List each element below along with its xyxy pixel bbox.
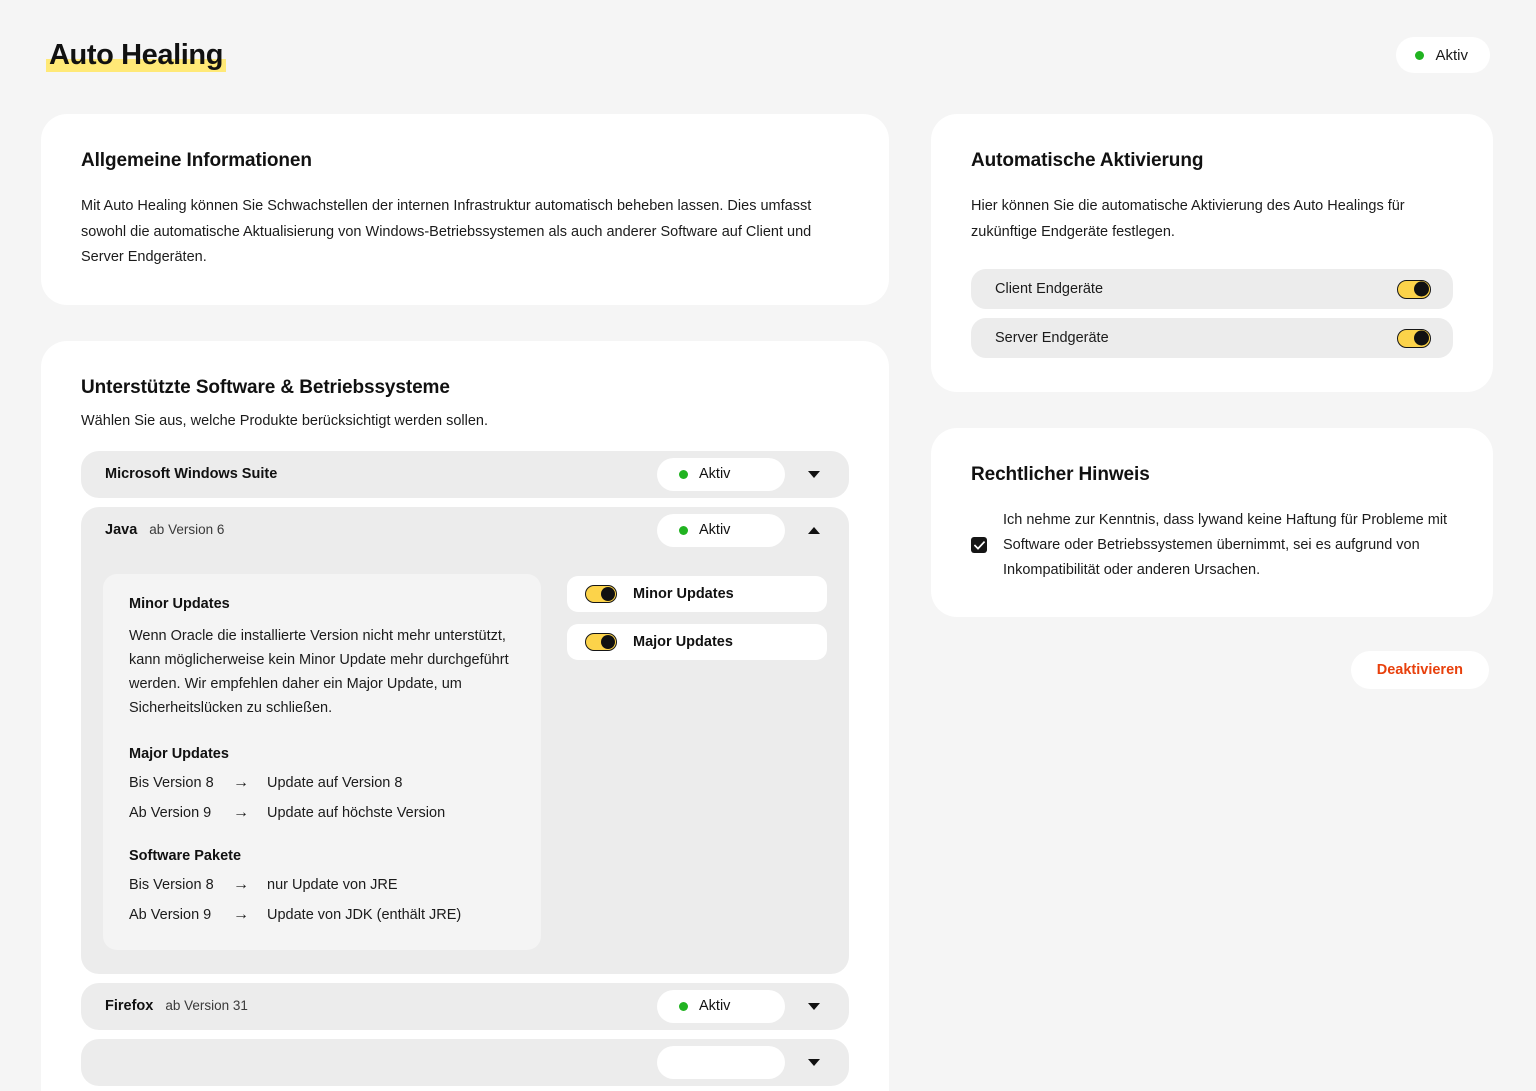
auto-activation-body: Hier können Sie die automatische Aktivie… [971,198,1405,240]
accordion-status-next [657,1045,785,1079]
setting-row-server-devices[interactable]: Server Endgeräte [971,318,1453,359]
page-title: Auto Healing [46,39,227,72]
page-title-text: Auto Healing [49,39,224,71]
accordion-name-java: Java [105,522,138,539]
toggle-switch-major-updates[interactable] [585,632,617,651]
supported-software-card: Unterstützte Software & Betriebssysteme … [41,340,889,1091]
mapping-from: Ab Version 9 [129,804,212,821]
minor-updates-text: Wenn Oracle die installierte Version nic… [129,627,509,716]
arrow-right-icon: → [233,905,249,923]
accordion-item-windows: Microsoft Windows Suite Aktiv [81,450,849,498]
accordion-label-java: Java ab Version 6 [105,522,657,538]
right-column: Automatische Aktivierung Hier können Sie… [931,114,1493,689]
general-info-body: Mit Auto Healing können Sie Schwachstell… [81,198,812,266]
accordion-header-java[interactable]: Java ab Version 6 Aktiv [81,507,849,554]
accordion-label-firefox: Firefox ab Version 31 [105,998,657,1014]
arrow-right-icon: → [233,875,249,893]
java-detail-text: Minor Updates Wenn Oracle die installier… [103,573,541,950]
toggle-row-minor-updates[interactable]: Minor Updates [567,575,827,612]
mapping-to: Update auf Version 8 [267,774,403,791]
supported-software-title: Unterstützte Software & Betriebssysteme [81,376,450,398]
legal-notice-card: Rechtlicher Hinweis Ich nehme zur Kenntn… [931,428,1493,617]
arrow-right-icon: → [233,803,249,821]
mapping-row: Ab Version 9 → Update von JDK (enthält J… [129,906,515,924]
general-info-card: Allgemeine Informationen Mit Auto Healin… [41,114,889,305]
accordion-status-firefox: Aktiv [657,989,785,1023]
accordion-header-firefox[interactable]: Firefox ab Version 31 Aktiv [81,983,849,1030]
legal-consent-text: Ich nehme zur Kenntnis, dass lywand kein… [1003,512,1448,578]
accordion-label-windows: Microsoft Windows Suite [105,466,657,482]
legal-notice-title: Rechtlicher Hinweis [971,464,1150,486]
accordion-version-java: ab Version 6 [149,522,225,538]
accordion-status-label-windows: Aktiv [699,466,731,483]
java-detail-panel: Minor Updates Wenn Oracle die installier… [81,554,849,974]
toggle-label-major-updates: Major Updates [633,633,733,650]
status-dot-icon [679,1001,688,1011]
toggle-row-major-updates[interactable]: Major Updates [567,623,827,660]
accordion-item-java: Java ab Version 6 Aktiv Minor Updates We… [81,506,849,974]
software-accordion: Microsoft Windows Suite Aktiv Java ab Ve… [81,450,849,1086]
toggle-switch-client-devices[interactable] [1397,279,1431,299]
java-toggle-list: Minor Updates Major Updates [567,574,827,950]
setting-label-server-devices: Server Endgeräte [995,330,1109,347]
auto-activation-title: Automatische Aktivierung [971,150,1204,171]
deactivate-button[interactable]: Deaktivieren [1350,650,1489,689]
page-header: Auto Healing Aktiv [0,0,1536,110]
accordion-item-firefox: Firefox ab Version 31 Aktiv [81,982,849,1030]
mapping-to: nur Update von JRE [267,876,398,893]
software-packages-mapping: Bis Version 8 → nur Update von JRE Ab Ve… [129,876,515,924]
left-column: Allgemeine Informationen Mit Auto Healin… [41,114,889,1091]
content-columns: Allgemeine Informationen Mit Auto Healin… [41,114,1493,1091]
accordion-version-firefox: ab Version 31 [165,998,248,1014]
accordion-status-label-firefox: Aktiv [699,998,731,1015]
accordion-header-windows[interactable]: Microsoft Windows Suite Aktiv [81,451,849,498]
chevron-down-icon[interactable] [797,1045,831,1079]
legal-consent-row: Ich nehme zur Kenntnis, dass lywand kein… [971,508,1453,583]
mapping-from: Bis Version 8 [129,876,214,893]
accordion-status-java: Aktiv [657,513,785,547]
accordion-status-windows: Aktiv [657,457,785,491]
card-actions: Deaktivieren [931,650,1493,689]
accordion-item-next [81,1038,849,1086]
auto-activation-rows: Client Endgeräte Server Endgeräte [971,269,1453,359]
status-dot-icon [1415,50,1425,60]
software-packages-heading: Software Pakete [129,847,242,864]
major-updates-heading: Major Updates [129,745,229,762]
chevron-up-icon[interactable] [797,513,831,547]
setting-row-client-devices[interactable]: Client Endgeräte [971,269,1453,310]
status-dot-icon [679,525,688,535]
mapping-from: Bis Version 8 [129,774,214,791]
accordion-name-windows: Microsoft Windows Suite [105,466,278,483]
status-badge-label: Aktiv [1435,46,1468,64]
mapping-to: Update von JDK (enthält JRE) [267,906,462,923]
accordion-header-next[interactable] [81,1039,849,1086]
setting-label-client-devices: Client Endgeräte [995,281,1104,298]
auto-healing-page: Auto Healing Aktiv Allgemeine Informatio… [0,0,1536,1091]
mapping-from: Ab Version 9 [129,906,212,923]
general-info-title: Allgemeine Informationen [81,150,312,171]
status-badge: Aktiv [1396,37,1490,73]
major-updates-mapping: Bis Version 8 → Update auf Version 8 Ab … [129,774,515,822]
minor-updates-heading: Minor Updates [129,595,230,612]
mapping-row: Ab Version 9 → Update auf höchste Versio… [129,804,515,822]
supported-software-caption: Wählen Sie aus, welche Produkte berücksi… [81,412,489,429]
accordion-status-label-java: Aktiv [699,522,731,539]
chevron-down-icon[interactable] [797,457,831,491]
arrow-right-icon: → [233,773,249,791]
chevron-down-icon[interactable] [797,989,831,1023]
mapping-row: Bis Version 8 → nur Update von JRE [129,876,515,894]
status-dot-icon [679,469,688,479]
accordion-name-firefox: Firefox [105,998,154,1015]
mapping-row: Bis Version 8 → Update auf Version 8 [129,774,515,792]
auto-activation-card: Automatische Aktivierung Hier können Sie… [931,114,1493,393]
legal-consent-checkbox[interactable] [971,537,987,554]
toggle-label-minor-updates: Minor Updates [633,585,734,602]
toggle-switch-minor-updates[interactable] [585,584,617,603]
mapping-to: Update auf höchste Version [267,804,446,821]
toggle-switch-server-devices[interactable] [1397,328,1431,348]
